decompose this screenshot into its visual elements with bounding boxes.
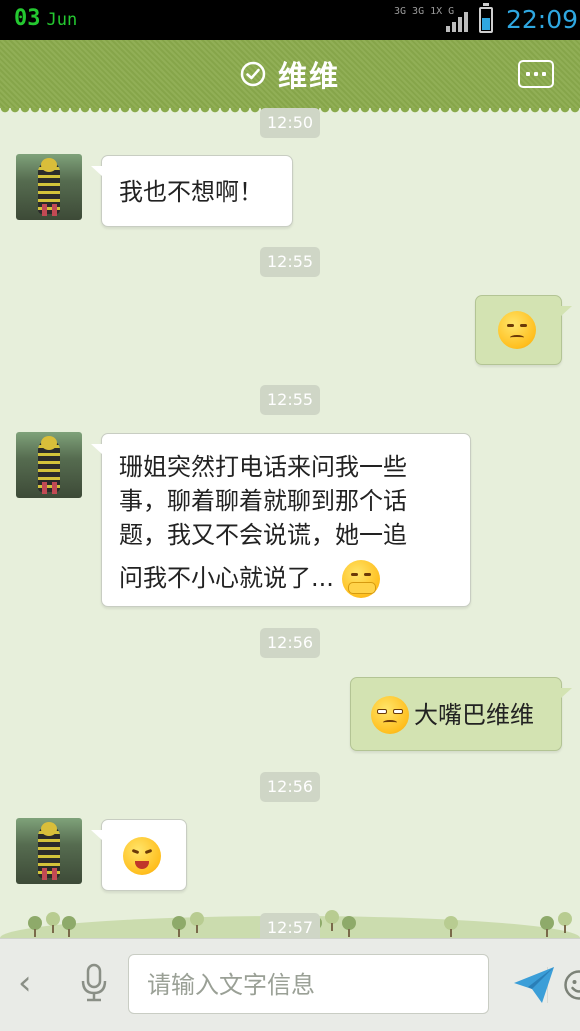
chat-history[interactable]: 12:50 我也不想啊！ 12:55 12:55 珊姐突然打电话来问我一些 事，…: [0, 108, 580, 943]
message-text: 我也不想啊！: [119, 178, 263, 206]
contact-avatar[interactable]: [16, 154, 82, 220]
chevron-left-icon[interactable]: ‹: [18, 963, 32, 1003]
microphone-icon[interactable]: [78, 963, 110, 1003]
crying-face-icon: [123, 837, 161, 875]
signal-icon: [446, 10, 470, 32]
message-input[interactable]: [147, 969, 417, 1001]
status-bar: 03 Jun 3G 3G 1X G 22:09: [0, 0, 580, 40]
shy-face-icon: [341, 560, 380, 598]
message-bubble-incoming[interactable]: 我也不想啊！: [91, 155, 293, 227]
status-date-day: 03: [14, 6, 41, 31]
emoji-icon[interactable]: [563, 969, 580, 1001]
title-bar: 维维: [0, 40, 580, 114]
smirk-face-icon: [371, 696, 409, 734]
message-bubble-incoming[interactable]: 珊姐突然打电话来问我一些 事，聊着聊着就聊到那个话 题，我又不会说谎，她一追 问…: [91, 433, 471, 607]
status-date-month: Jun: [46, 10, 78, 30]
battery-icon: [479, 3, 493, 33]
send-icon[interactable]: [512, 963, 556, 1007]
contact-avatar[interactable]: [16, 432, 82, 498]
check-circle-icon: [240, 61, 266, 87]
message-bubble-outgoing[interactable]: 大嘴巴维维: [350, 677, 572, 751]
chat-title: 维维: [277, 59, 340, 93]
timestamp: 12:55: [260, 247, 321, 277]
message-bubble-incoming[interactable]: [91, 819, 187, 891]
input-bar: ‹: [0, 938, 580, 1031]
timestamp: 12:55: [260, 385, 321, 415]
status-time: 22:09: [506, 5, 579, 34]
timestamp: 12:56: [260, 628, 321, 658]
more-icon: [526, 72, 530, 76]
status-date: 03 Jun: [14, 6, 77, 31]
timestamp: 12:50: [260, 108, 321, 138]
message-input-box[interactable]: [128, 954, 580, 1014]
message-bubble-outgoing[interactable]: [475, 295, 572, 365]
contact-avatar[interactable]: [16, 818, 82, 884]
timestamp: 12:56: [260, 772, 321, 802]
frown-face-icon: [498, 311, 536, 349]
message-text: 大嘴巴维维: [414, 701, 534, 729]
more-button[interactable]: [518, 60, 554, 88]
message-text: 珊姐突然打电话来问我一些 事，聊着聊着就聊到那个话 题，我又不会说谎，她一追 问…: [119, 450, 459, 598]
